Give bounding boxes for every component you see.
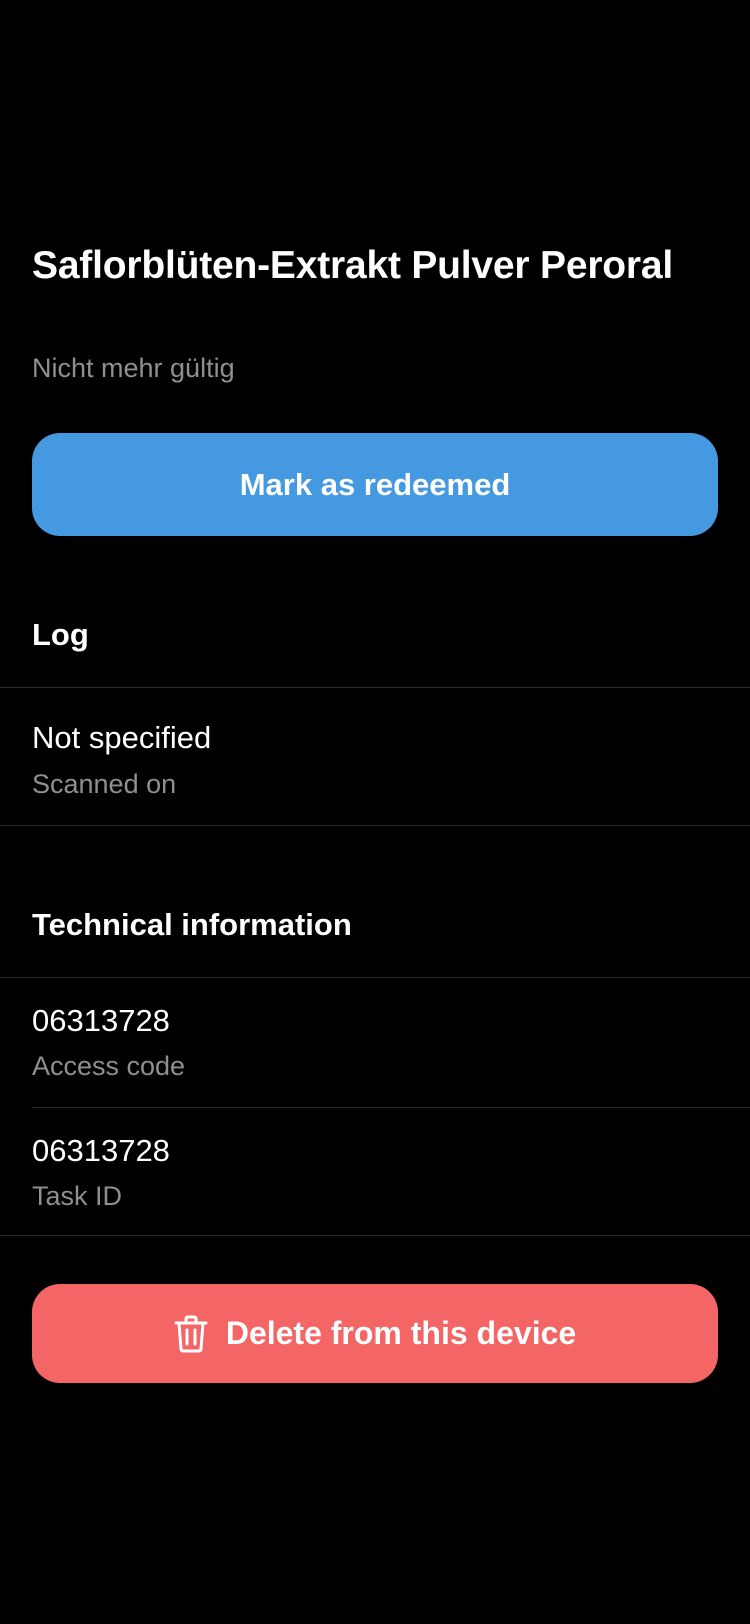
access-code-value: 06313728 (32, 1003, 170, 1038)
log-section-header: Log (32, 617, 89, 652)
trash-icon (174, 1315, 208, 1352)
technical-section-header: Technical information (32, 907, 352, 942)
separator (32, 1107, 750, 1108)
mark-as-redeemed-button[interactable]: Mark as redeemed (32, 433, 718, 536)
task-id-value: 06313728 (32, 1133, 170, 1168)
page-title: Saflorblüten-Extrakt Pulver Peroral (32, 244, 674, 287)
separator (0, 687, 750, 688)
separator (0, 825, 750, 826)
scanned-on-label: Scanned on (32, 769, 177, 799)
separator (0, 1235, 750, 1236)
separator (0, 977, 750, 978)
delete-from-device-label: Delete from this device (225, 1315, 577, 1351)
delete-from-device-button[interactable]: Delete from this device (32, 1284, 718, 1383)
access-code-label: Access code (32, 1051, 186, 1081)
mark-as-redeemed-label: Mark as redeemed (239, 466, 511, 502)
task-id-label: Task ID (32, 1181, 123, 1211)
scanned-on-value: Not specified (32, 720, 212, 755)
status-text: Nicht mehr gültig (32, 353, 235, 383)
prescription-detail-screen: Saflorblüten-Extrakt Pulver Peroral Nich… (0, 0, 750, 1624)
